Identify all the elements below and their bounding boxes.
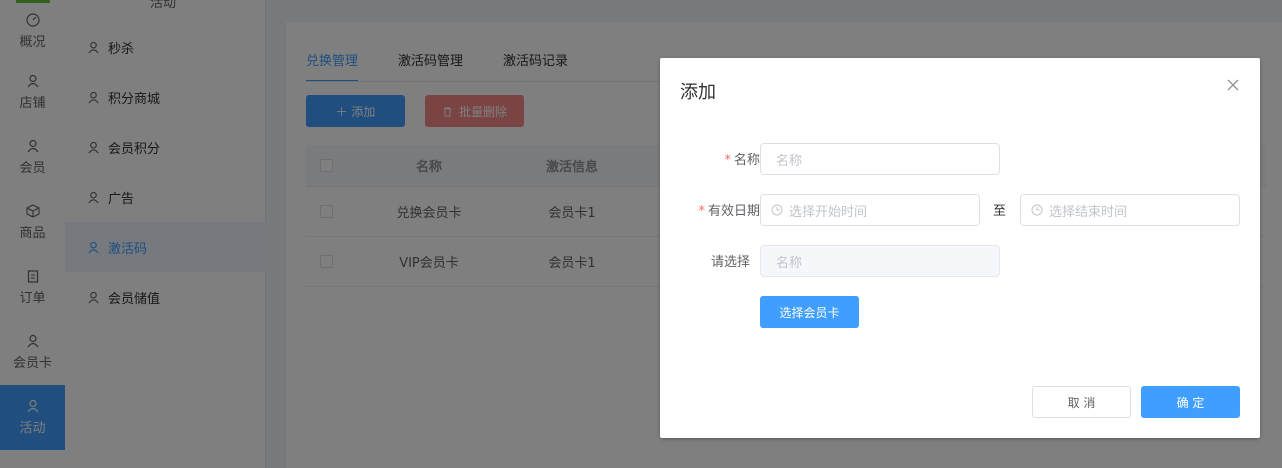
end-date-picker[interactable]: 选择结束时间 [1020,194,1240,226]
select-field-label: 请选择 [710,255,750,270]
confirm-button[interactable]: 确 定 [1141,386,1240,418]
add-dialog: 添加 * 名称 名称 * 有效日期 选择开始时间 至 选择结束时间 请选择 名称 选… [660,58,1260,438]
select-placeholder: 名称 [776,255,803,271]
start-date-placeholder: 选择开始时间 [789,204,868,220]
required-mark: * [698,204,705,219]
required-mark: * [724,153,731,168]
name-placeholder: 名称 [776,153,803,169]
date-field-label: * 有效日期 [698,204,760,219]
clock-icon [771,204,783,216]
member-card-select: 名称 [760,245,1000,277]
select-member-card-button[interactable]: 选择会员卡 [760,296,859,328]
name-input[interactable]: 名称 [760,143,1000,175]
start-date-picker[interactable]: 选择开始时间 [760,194,980,226]
name-field-label: * 名称 [724,153,760,168]
clock-icon [1031,204,1043,216]
end-date-placeholder: 选择结束时间 [1049,204,1128,220]
close-icon[interactable] [1226,78,1240,92]
range-separator: 至 [993,204,1007,219]
dialog-title: 添加 [680,82,716,103]
cancel-button[interactable]: 取 消 [1032,386,1131,418]
